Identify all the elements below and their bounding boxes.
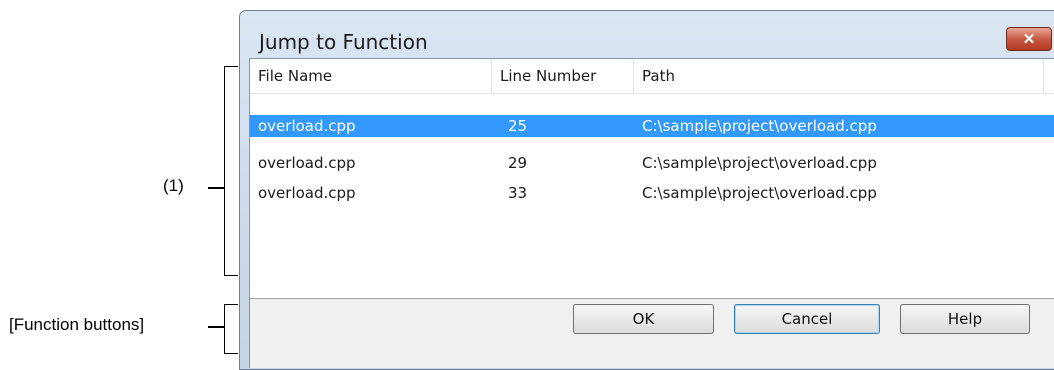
list-row[interactable]: overload.cpp 25 C:\sample\project\overlo…	[250, 115, 1054, 137]
list-row[interactable]: overload.cpp 33 C:\sample\project\overlo…	[250, 182, 1054, 204]
ok-button[interactable]: OK	[573, 304, 714, 334]
list-annotation-bracket	[224, 66, 238, 276]
buttons-annotation-tick	[208, 326, 224, 328]
help-button[interactable]: Help	[900, 304, 1030, 334]
list-row[interactable]: overload.cpp 29 C:\sample\project\overlo…	[250, 152, 1054, 174]
column-header-path[interactable]: Path	[634, 59, 1044, 94]
cell-path: C:\sample\project\overload.cpp	[642, 154, 877, 172]
column-header-file-name[interactable]: File Name	[250, 59, 492, 94]
function-list[interactable]: File Name Line Number Path overload.cpp …	[250, 59, 1054, 299]
list-header: File Name Line Number Path	[250, 59, 1054, 94]
cell-line-number: 33	[508, 184, 528, 202]
cell-file-name: overload.cpp	[258, 117, 356, 135]
help-button-label: Help	[947, 310, 983, 328]
ok-button-label: OK	[632, 310, 655, 328]
buttons-annotation-label: [Function buttons]	[9, 315, 145, 334]
cell-line-number: 25	[508, 117, 528, 135]
close-icon: ✕	[1022, 31, 1036, 48]
cancel-button[interactable]: Cancel	[734, 304, 880, 334]
cell-file-name: overload.cpp	[258, 184, 356, 202]
cell-path: C:\sample\project\overload.cpp	[642, 184, 877, 202]
column-header-line-number[interactable]: Line Number	[492, 59, 634, 94]
cell-line-number: 29	[508, 154, 528, 172]
cancel-button-label: Cancel	[781, 310, 833, 328]
close-button[interactable]: ✕	[1006, 27, 1052, 51]
list-annotation-tick	[208, 187, 224, 189]
cell-file-name: overload.cpp	[258, 154, 356, 172]
list-annotation-label: (1)	[163, 176, 184, 195]
dialog-title: Jump to Function	[259, 30, 428, 54]
buttons-annotation-bracket	[224, 304, 238, 354]
cell-path: C:\sample\project\overload.cpp	[642, 117, 877, 135]
